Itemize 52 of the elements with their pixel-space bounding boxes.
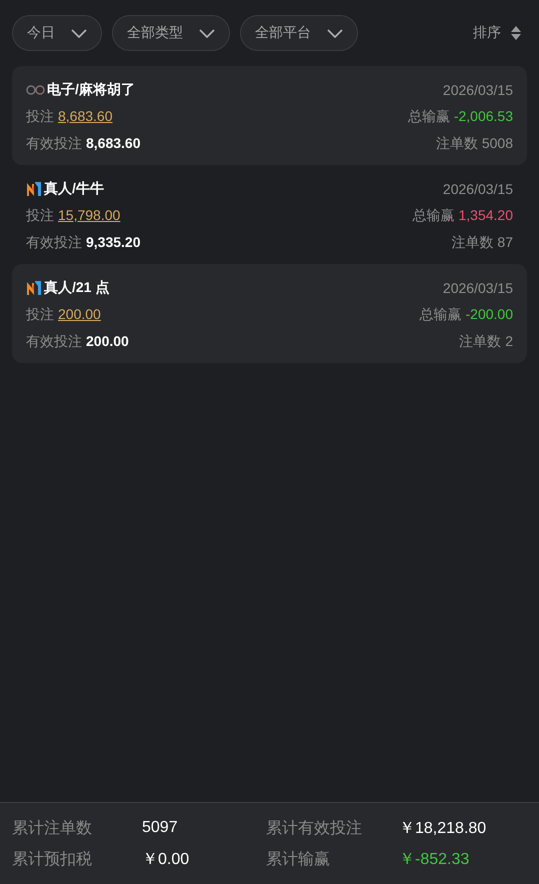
summary-label: 累计预扣税 [12, 850, 93, 870]
bet-count-value: 2 [505, 332, 513, 348]
summary-value: ￥18,218.80 [399, 818, 486, 838]
bet-label: 投注 [26, 206, 54, 224]
game-title: 真人/21 点 [44, 278, 110, 296]
sort-button[interactable]: 排序 [473, 24, 521, 42]
record-card[interactable]: 真人/牛牛 2026/03/15 投注 15,798.00 总输赢 1,354.20 有效投注 9,335.20 注单数 87 [12, 165, 527, 264]
valid-bet-label: 有效投注 [26, 134, 82, 152]
win-loss-label: 总输赢 [412, 206, 454, 224]
record-date: 2026/03/15 [442, 82, 513, 98]
valid-bet-value: 200.00 [86, 332, 129, 348]
valid-bet-value: 8,683.60 [86, 134, 140, 150]
filter-dropdown[interactable]: 全部平台 [240, 15, 358, 51]
bet-amount-link[interactable]: 15,798.00 [58, 206, 120, 222]
game-provider-icon [26, 280, 42, 296]
summary-value: ￥-852.33 [399, 850, 470, 870]
bet-count-value: 87 [497, 234, 513, 250]
chevron-down-icon [327, 28, 343, 38]
valid-bet-value: 9,335.20 [86, 234, 140, 250]
record-card[interactable]: 电子/麻将胡了 2026/03/15 投注 8,683.60 总输赢 -2,006.53 有效投注 8,683.60 注单数 5008 [12, 66, 527, 165]
summary-value: ￥0.00 [142, 850, 190, 870]
summary-label: 累计注单数 [12, 818, 93, 838]
win-loss-value: -200.00 [466, 306, 513, 322]
game-title: 电子/麻将胡了 [47, 80, 135, 98]
chevron-down-icon [71, 28, 87, 38]
record-date: 2026/03/15 [442, 180, 513, 196]
record-card[interactable]: 真人/21 点 2026/03/15 投注 200.00 总输赢 -200.00 有效投注 200.00 注单数 2 [12, 264, 527, 363]
filter-dropdown[interactable]: 今日 [12, 15, 102, 51]
game-title: 真人/牛牛 [44, 180, 104, 198]
bet-count-label: 注单数 [436, 134, 478, 152]
game-provider-icon [26, 180, 42, 196]
summary-label: 累计输赢 [266, 850, 331, 870]
bet-amount-link[interactable]: 200.00 [58, 306, 101, 322]
game-provider-icon [26, 84, 45, 96]
bet-label: 投注 [26, 108, 54, 126]
valid-bet-label: 有效投注 [26, 234, 82, 252]
bet-count-label: 注单数 [459, 332, 502, 350]
sort-icon [511, 26, 521, 40]
win-loss-label: 总输赢 [408, 108, 450, 126]
chevron-down-icon [199, 28, 215, 38]
valid-bet-label: 有效投注 [26, 332, 82, 350]
bet-count-label: 注单数 [451, 234, 494, 252]
filter-dropdown[interactable]: 全部类型 [112, 15, 230, 51]
bet-amount-link[interactable]: 8,683.60 [58, 108, 112, 124]
record-date: 2026/03/15 [442, 280, 513, 296]
summary-value: 5097 [142, 819, 178, 837]
win-loss-value: -2,006.53 [454, 108, 513, 124]
win-loss-label: 总输赢 [420, 306, 462, 324]
bet-label: 投注 [26, 306, 54, 324]
bet-count-value: 5008 [482, 134, 513, 150]
win-loss-value: 1,354.20 [458, 206, 513, 222]
summary-label: 累计有效投注 [266, 818, 363, 838]
